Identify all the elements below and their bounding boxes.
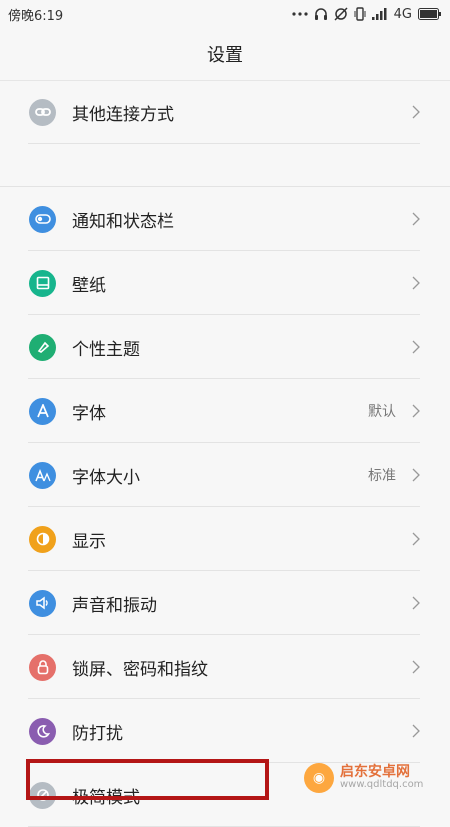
chevron-right-icon [412, 105, 420, 119]
vibrate-icon [354, 7, 366, 21]
settings-item-font-size[interactable]: 字体大小 标准 [0, 443, 450, 507]
settings-item-themes[interactable]: 个性主题 [0, 315, 450, 379]
headphone-icon [314, 8, 327, 20]
settings-item-other-connections[interactable]: 其他连接方式 [0, 80, 450, 144]
chevron-right-icon [412, 596, 420, 610]
more-dots-icon [292, 12, 308, 16]
font-a-icon [29, 397, 56, 425]
battery-icon [418, 8, 441, 20]
settings-item-wallpaper[interactable]: 壁纸 [0, 251, 450, 315]
settings-item-sound[interactable]: 声音和振动 [0, 571, 450, 635]
watermark-logo-icon: ◉ [304, 763, 334, 793]
watermark-url: www.qdltdq.com [340, 779, 424, 791]
settings-item-label: 其他连接方式 [72, 104, 174, 125]
settings-item-label: 个性主题 [72, 339, 140, 360]
settings-item-lockscreen[interactable]: 锁屏、密码和指纹 [0, 635, 450, 699]
chevron-right-icon [412, 212, 420, 226]
settings-item-label: 字体 [72, 403, 106, 424]
title-bar: 设置 [0, 28, 450, 81]
font-size-icon [29, 461, 56, 489]
chevron-right-icon [412, 404, 420, 418]
watermark-title: 启东安卓网 [340, 764, 410, 781]
watermark: ◉ 启东安卓网 www.qdltdq.com [304, 760, 444, 796]
settings-item-label: 显示 [72, 531, 106, 552]
lock-icon [29, 653, 56, 681]
settings-group-connections: 其他连接方式 [0, 80, 450, 144]
status-icons: 4G [292, 7, 442, 22]
settings-item-label: 声音和振动 [72, 595, 157, 616]
settings-item-label: 壁纸 [72, 275, 106, 296]
page-title: 设置 [207, 45, 243, 66]
wallpaper-icon [29, 269, 56, 297]
brush-icon [29, 333, 56, 361]
chevron-right-icon [412, 340, 420, 354]
settings-group-personalization: 通知和状态栏 壁纸 个性主题 字体 默认 字体大小 标准 显示 声音和振动 锁屏… [0, 186, 450, 827]
settings-item-display[interactable]: 显示 [0, 507, 450, 571]
settings-item-label: 字体大小 [72, 467, 140, 488]
settings-item-do-not-disturb[interactable]: 防打扰 [0, 699, 450, 763]
toggle-icon [29, 205, 56, 233]
settings-item-label: 通知和状态栏 [72, 211, 174, 232]
settings-item-value: 标准 [368, 468, 396, 484]
link-icon [29, 98, 56, 126]
chevron-right-icon [412, 724, 420, 738]
speaker-icon [29, 589, 56, 617]
chevron-right-icon [412, 660, 420, 674]
status-time: 傍晚6:19 [8, 8, 64, 24]
settings-item-notifications[interactable]: 通知和状态栏 [0, 187, 450, 251]
network-type: 4G [393, 6, 412, 22]
settings-item-font[interactable]: 字体 默认 [0, 379, 450, 443]
settings-item-label: 锁屏、密码和指纹 [72, 659, 208, 680]
settings-item-label: 防打扰 [72, 723, 123, 744]
moon-icon [29, 717, 56, 745]
chevron-right-icon [412, 468, 420, 482]
highlight-annotation [26, 759, 269, 800]
status-bar: 傍晚6:19 4G [0, 0, 450, 28]
chevron-right-icon [412, 532, 420, 546]
chevron-right-icon [412, 276, 420, 290]
settings-item-value: 默认 [368, 404, 396, 420]
signal-icon [371, 8, 387, 20]
alarm-off-icon [334, 7, 348, 21]
display-icon [29, 525, 56, 553]
